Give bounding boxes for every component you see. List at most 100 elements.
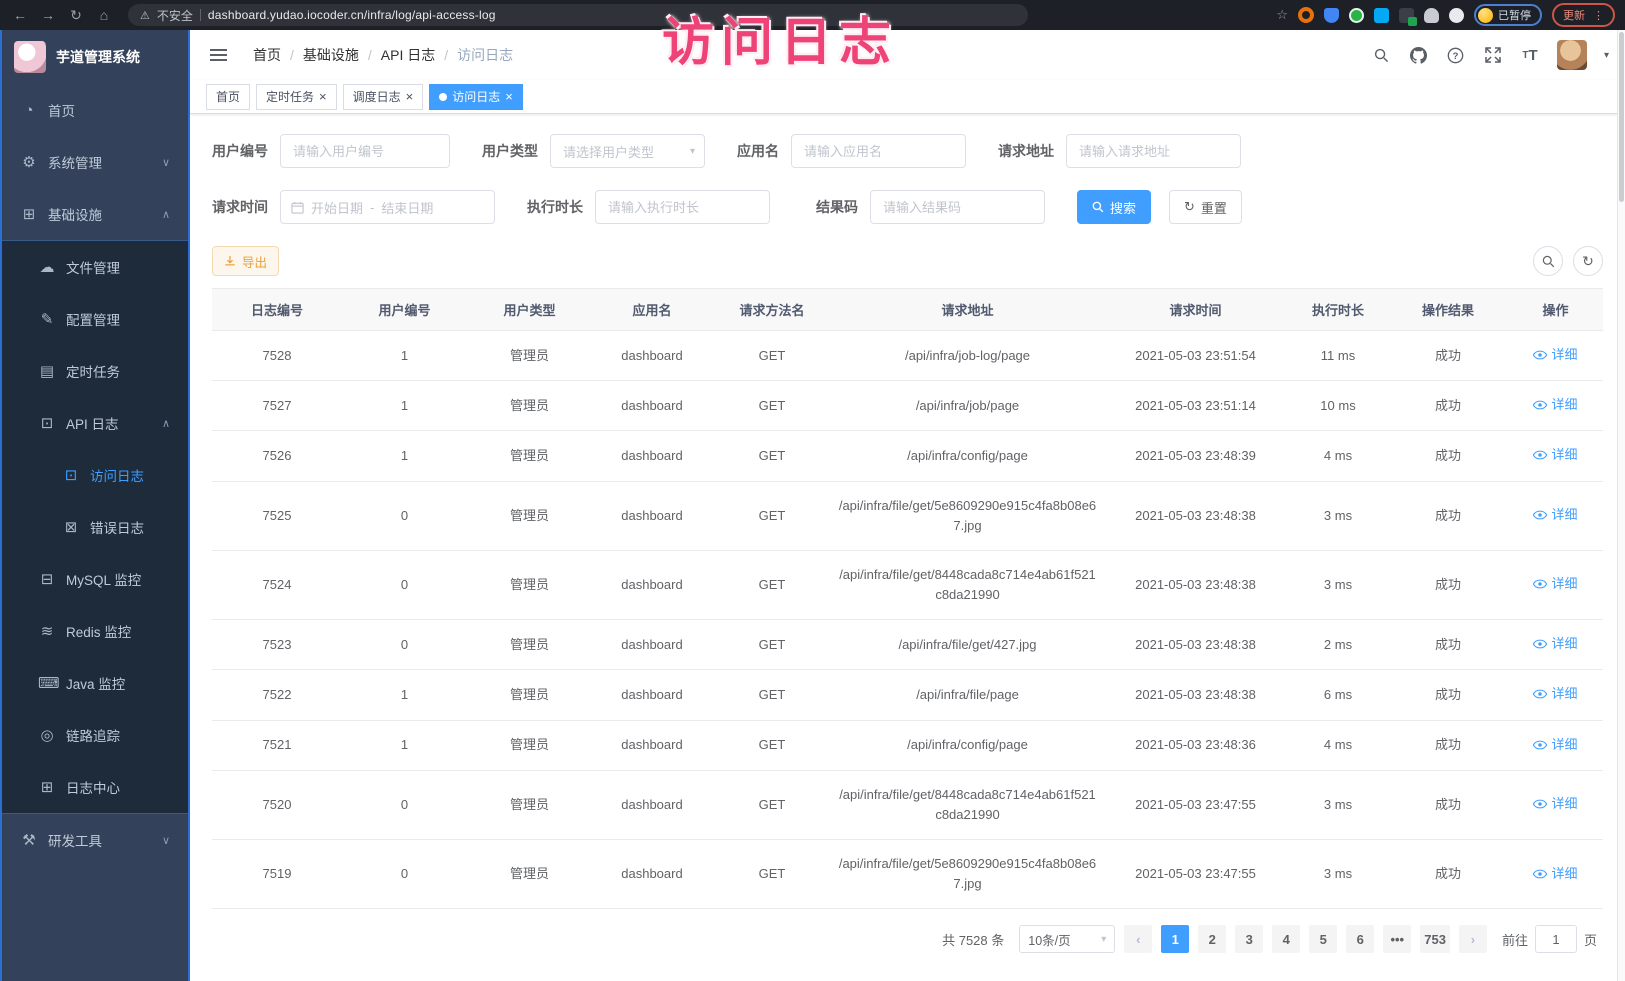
breadcrumb-api-log[interactable]: API 日志 [381, 45, 435, 65]
refresh-table-button[interactable]: ↻ [1573, 246, 1603, 276]
app-name-label: 应用名 [737, 141, 779, 161]
extension-icon-shield[interactable] [1324, 8, 1339, 23]
scrollbar-thumb[interactable] [1619, 32, 1624, 202]
help-icon[interactable]: ? [1446, 45, 1466, 65]
font-size-icon[interactable]: TT [1520, 45, 1540, 65]
page-button-6[interactable]: 6 [1346, 925, 1374, 953]
user-id-input[interactable] [280, 134, 450, 168]
sidebar-item-dev-tools[interactable]: ⚒ 研发工具 ∨ [2, 814, 188, 866]
github-icon[interactable] [1409, 45, 1429, 65]
sidebar-item-mysql-monitor[interactable]: ⊟ MySQL 监控 [2, 553, 188, 605]
breadcrumb-access-log: 访问日志 [457, 45, 513, 65]
detail-link[interactable]: 详细 [1533, 445, 1577, 465]
sidebar-item-java-monitor[interactable]: ⌨ Java 监控 [2, 657, 188, 709]
next-page-button[interactable]: › [1459, 925, 1487, 953]
tag-schedule-log[interactable]: 调度日志 × [343, 84, 424, 110]
app-logo[interactable]: 芋道管理系统 [2, 30, 188, 84]
goto-page-input[interactable] [1535, 925, 1577, 953]
bookmark-star-icon[interactable]: ☆ [1276, 7, 1288, 23]
sidebar-item-api-log[interactable]: ⊡ API 日志 ∧ [2, 397, 188, 449]
pagination: 共 7528 条 10条/页 ▾ ‹ 1 2 3 4 5 6 ••• 753 ›… [212, 925, 1597, 953]
app-name-input[interactable] [791, 134, 966, 168]
result-code-input[interactable] [870, 190, 1045, 224]
sidebar-item-redis-monitor[interactable]: ≋ Redis 监控 [2, 605, 188, 657]
window-scrollbar[interactable] [1617, 30, 1625, 981]
browser-back-icon[interactable]: ← [10, 7, 30, 23]
url-text[interactable]: dashboard.yudao.iocoder.cn/infra/log/api… [208, 8, 496, 22]
detail-link[interactable]: 详细 [1533, 345, 1577, 365]
user-avatar[interactable] [1557, 40, 1587, 70]
sidebar-item-trace[interactable]: ◎ 链路追踪 [2, 709, 188, 761]
avatar-caret-icon[interactable]: ▾ [1604, 50, 1609, 61]
search-button[interactable]: 搜索 [1077, 190, 1151, 224]
page-ellipsis[interactable]: ••• [1383, 925, 1411, 953]
sidebar-item-config-manage[interactable]: ✎ 配置管理 [2, 293, 188, 345]
toggle-search-button[interactable] [1533, 246, 1563, 276]
duration-input[interactable] [595, 190, 770, 224]
detail-link[interactable]: 详细 [1533, 794, 1577, 814]
table-row: 75230管理员dashboardGET/api/infra/file/get/… [212, 620, 1603, 670]
security-label[interactable]: 不安全 [157, 7, 193, 24]
extension-icon-pinwheel[interactable] [1449, 8, 1464, 23]
page-button-1[interactable]: 1 [1161, 925, 1189, 953]
detail-link[interactable]: 详细 [1533, 684, 1577, 704]
extension-icon-ghost[interactable] [1424, 8, 1439, 23]
eye-icon [1533, 400, 1547, 410]
tags-view-bar: 首页 定时任务 × 调度日志 × 访问日志 × [190, 80, 1625, 114]
request-time-range-picker[interactable]: 开始日期 - 结束日期 [280, 190, 495, 224]
breadcrumb-infrastructure[interactable]: 基础设施 [303, 45, 359, 65]
col-app-name: 应用名 [592, 289, 712, 331]
detail-link[interactable]: 详细 [1533, 395, 1577, 415]
browser-home-icon[interactable]: ⌂ [94, 7, 114, 23]
request-url-input[interactable] [1066, 134, 1241, 168]
address-bar[interactable]: ⚠ 不安全 dashboard.yudao.iocoder.cn/infra/l… [128, 4, 1028, 26]
page-button-3[interactable]: 3 [1235, 925, 1263, 953]
col-url: 请求地址 [832, 289, 1103, 331]
page-button-2[interactable]: 2 [1198, 925, 1226, 953]
tag-access-log[interactable]: 访问日志 × [429, 84, 523, 110]
profile-paused-badge[interactable]: 已暂停 [1474, 4, 1542, 26]
active-dot [439, 93, 447, 101]
browser-update-button[interactable]: 更新 ⋮ [1552, 3, 1615, 27]
calendar-icon [291, 201, 304, 214]
close-icon[interactable]: × [406, 90, 414, 103]
page-button-5[interactable]: 5 [1309, 925, 1337, 953]
sidebar-item-scheduled-jobs[interactable]: ▤ 定时任务 [2, 345, 188, 397]
browser-reload-icon[interactable]: ↻ [66, 7, 86, 24]
detail-link[interactable]: 详细 [1533, 574, 1577, 594]
browser-forward-icon[interactable]: → [38, 7, 58, 23]
extension-icon-green[interactable] [1349, 8, 1364, 23]
extension-icon-translate[interactable] [1399, 8, 1414, 23]
reset-button[interactable]: ↻ 重置 [1169, 190, 1242, 224]
breadcrumb-home[interactable]: 首页 [253, 45, 281, 65]
tag-scheduled-jobs[interactable]: 定时任务 × [256, 84, 337, 110]
sidebar-item-file-manage[interactable]: ☁ 文件管理 [2, 241, 188, 293]
col-user-type: 用户类型 [467, 289, 592, 331]
browser-menu-icon[interactable]: ⋮ [1593, 9, 1604, 22]
detail-link[interactable]: 详细 [1533, 505, 1577, 525]
sidebar-item-log-center[interactable]: ⊞ 日志中心 [2, 761, 188, 813]
detail-link[interactable]: 详细 [1533, 735, 1577, 755]
sidebar-item-home[interactable]: ◔ 首页 [2, 84, 188, 136]
sidebar-item-infrastructure[interactable]: ⊞ 基础设施 ∧ [2, 188, 188, 240]
export-button[interactable]: 导出 [212, 246, 279, 276]
page-button-753[interactable]: 753 [1420, 925, 1450, 953]
sidebar-item-error-log[interactable]: ⊠ 错误日志 [2, 501, 188, 553]
prev-page-button[interactable]: ‹ [1124, 925, 1152, 953]
close-icon[interactable]: × [319, 90, 327, 103]
search-icon[interactable] [1372, 45, 1392, 65]
detail-link[interactable]: 详细 [1533, 864, 1577, 884]
hamburger-icon[interactable] [210, 54, 227, 56]
user-type-select[interactable]: 请选择用户类型 ▾ [550, 134, 705, 168]
fullscreen-icon[interactable] [1483, 45, 1503, 65]
extension-icon-orange[interactable] [1298, 7, 1314, 23]
extension-icon-puzzle[interactable] [1374, 8, 1389, 23]
sidebar-item-system[interactable]: ⚙ 系统管理 ∨ [2, 136, 188, 188]
eye-icon [1533, 869, 1547, 879]
close-icon[interactable]: × [505, 90, 513, 103]
sidebar-item-access-log[interactable]: ⊡ 访问日志 [2, 449, 188, 501]
detail-link[interactable]: 详细 [1533, 634, 1577, 654]
page-button-4[interactable]: 4 [1272, 925, 1300, 953]
page-size-select[interactable]: 10条/页 ▾ [1019, 925, 1115, 953]
tag-home[interactable]: 首页 [206, 84, 250, 110]
